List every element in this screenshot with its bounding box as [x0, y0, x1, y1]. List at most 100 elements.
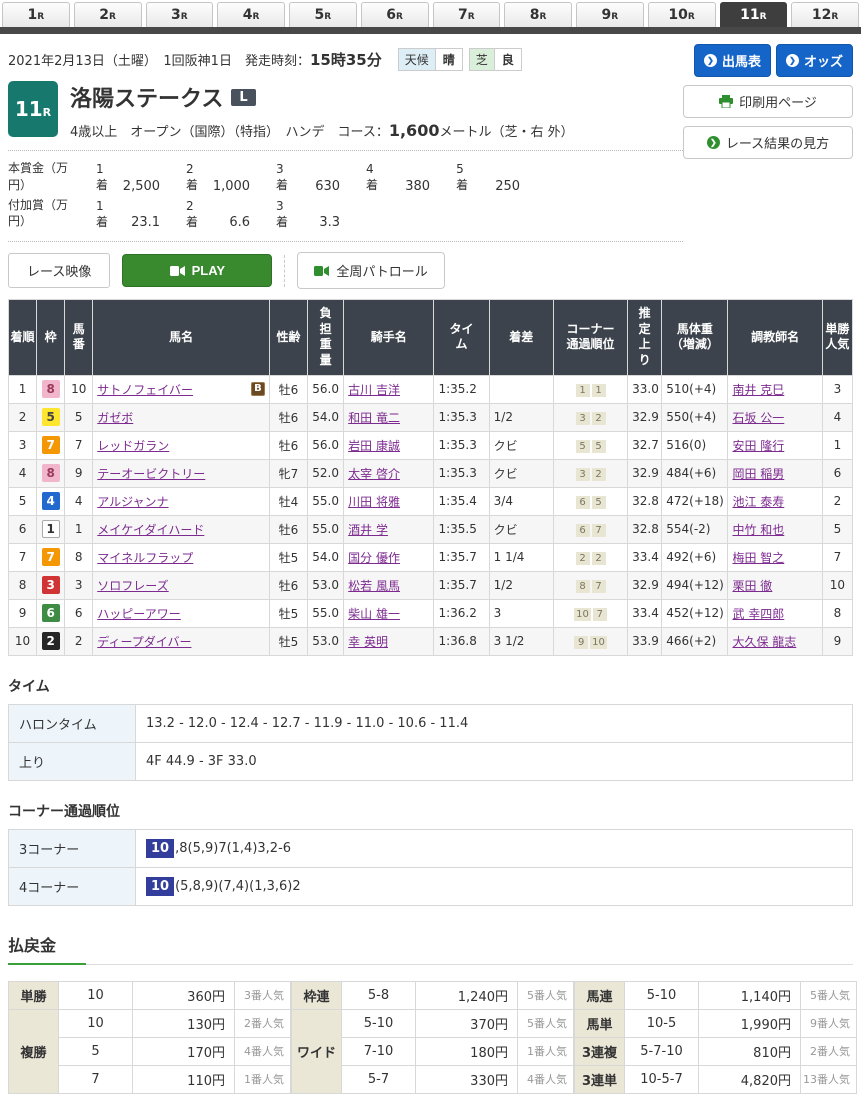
horse-link[interactable]: テーオービクトリー: [97, 467, 205, 481]
cell-carried-weight: 56.0: [308, 375, 344, 403]
tab-2R[interactable]: 2R: [74, 2, 142, 27]
cell-time: 1:35.5: [434, 515, 489, 543]
tab-4R[interactable]: 4R: [217, 2, 285, 27]
cell-horse-name: メイケイダイハード: [93, 515, 270, 543]
payout-combination: 5-10: [625, 981, 699, 1009]
odds-button[interactable]: ❯ オッズ: [776, 44, 853, 77]
trainer-link[interactable]: 安田 隆行: [732, 439, 784, 453]
horse-link[interactable]: サトノフェイバー: [97, 383, 193, 397]
horse-link[interactable]: ハッピーアワー: [97, 607, 181, 621]
howto-read-results-button[interactable]: ❯ レース結果の見方: [683, 126, 853, 159]
jockey-link[interactable]: 和田 竜二: [348, 411, 400, 425]
payout-combination: 7-10: [342, 1037, 416, 1065]
tab-12R[interactable]: 12R: [791, 2, 859, 27]
prize-place-char: 着: [186, 177, 198, 193]
prize-place-char: 着: [96, 177, 108, 193]
print-page-button[interactable]: 印刷用ページ: [683, 85, 853, 118]
cell-waku: 8: [37, 459, 65, 487]
play-video-button[interactable]: PLAY: [122, 254, 272, 287]
horse-link[interactable]: マイネルフラップ: [97, 551, 193, 565]
tab-10R[interactable]: 10R: [648, 2, 716, 27]
cell-horse-no: 9: [65, 459, 93, 487]
payout-combination: 5-8: [342, 981, 416, 1009]
prize-rank: 2: [186, 161, 198, 177]
prize-item: 2着6.6: [186, 197, 250, 231]
horse-link[interactable]: アルジャンナ: [97, 495, 168, 509]
trainer-link[interactable]: 石坂 公一: [732, 411, 784, 425]
corner-position-chip: 3: [576, 468, 590, 481]
tab-9R[interactable]: 9R: [576, 2, 644, 27]
cell-carried-weight: 56.0: [308, 431, 344, 459]
race-number: 11: [15, 97, 43, 121]
print-page-label: 印刷用ページ: [739, 92, 817, 111]
trainer-link[interactable]: 栗田 徹: [732, 579, 772, 593]
cell-sex-age: 牡5: [269, 599, 307, 627]
cell-sex-age: 牡6: [269, 375, 307, 403]
cell-popularity: 5: [822, 515, 852, 543]
horse-link[interactable]: レッドガラン: [97, 439, 169, 453]
cell-sex-age: 牡6: [269, 571, 307, 599]
cell-margin: クビ: [489, 515, 553, 543]
trainer-link[interactable]: 南井 克巳: [732, 383, 784, 397]
tab-3R[interactable]: 3R: [146, 2, 214, 27]
cell-sex-age: 牝7: [269, 459, 307, 487]
payout-combination: 10: [59, 1009, 133, 1037]
cell-time: 1:35.4: [434, 487, 489, 515]
result-row: 544アルジャンナ牡455.0川田 将雅1:35.43/46532.8472(+…: [9, 487, 853, 515]
cell-agari: 32.9: [628, 403, 662, 431]
horse-link[interactable]: ディープダイバー: [97, 635, 191, 649]
trainer-link[interactable]: 池江 泰寿: [732, 495, 784, 509]
cell-agari: 32.7: [628, 431, 662, 459]
jockey-link[interactable]: 岩田 康誠: [348, 439, 400, 453]
trainer-link[interactable]: 岡田 稲男: [732, 467, 784, 481]
tab-11R[interactable]: 11R: [720, 2, 788, 27]
cell-margin: 3: [489, 599, 553, 627]
tab-number: 4: [243, 7, 253, 23]
prize-amount: 380: [378, 179, 430, 194]
jockey-link[interactable]: 古川 吉洋: [348, 383, 400, 397]
howto-read-results-label: レース結果の見方: [726, 133, 829, 152]
result-row: 1810サトノフェイバーB牡656.0古川 吉洋1:35.21133.0510(…: [9, 375, 853, 403]
cell-carried-weight: 53.0: [308, 627, 344, 655]
cell-trainer: 南井 克巳: [728, 375, 822, 403]
trainer-link[interactable]: 大久保 龍志: [732, 635, 796, 649]
trainer-link[interactable]: 武 幸四郎: [732, 607, 784, 621]
horse-link[interactable]: メイケイダイハード: [97, 523, 204, 537]
cell-horse-no: 7: [65, 431, 93, 459]
cell-time: 1:35.3: [434, 431, 489, 459]
cell-jockey: 幸 英明: [344, 627, 434, 655]
jockey-link[interactable]: 太宰 啓介: [348, 467, 400, 481]
tab-suffix: R: [540, 12, 547, 22]
track-value: 良: [494, 49, 521, 70]
jockey-link[interactable]: 幸 英明: [348, 635, 388, 649]
cell-trainer: 梅田 智之: [728, 543, 822, 571]
tab-5R[interactable]: 5R: [289, 2, 357, 27]
trainer-link[interactable]: 中竹 和也: [732, 523, 784, 537]
waku-badge: 6: [42, 604, 60, 622]
jockey-link[interactable]: 川田 将雅: [348, 495, 400, 509]
jockey-link[interactable]: 柴山 雄一: [348, 607, 400, 621]
jockey-link[interactable]: 国分 優作: [348, 551, 400, 565]
jockey-link[interactable]: 松若 風馬: [348, 579, 400, 593]
tab-7R[interactable]: 7R: [433, 2, 501, 27]
trainer-link[interactable]: 梅田 智之: [732, 551, 784, 565]
cell-horse-name: ハッピーアワー: [93, 599, 270, 627]
shutsuba-button[interactable]: ❯ 出馬表: [694, 44, 771, 77]
horse-link[interactable]: ガゼボ: [97, 411, 133, 425]
results-header-row: 着順枠馬 番馬名性齢負 担 重 量騎手名タイ ム着差コーナー 通過順位推 定 上…: [9, 300, 853, 375]
tab-number: 3: [171, 7, 181, 23]
result-row: 778マイネルフラップ牡554.0国分 優作1:35.71 1/42233.44…: [9, 543, 853, 571]
payout-row: ワイド5-10370円5番人気: [292, 1009, 574, 1037]
tab-1R[interactable]: 1R: [2, 2, 70, 27]
corner4-row: 4コーナー 10(5,8,9)(7,4)(1,3,6)2: [9, 867, 853, 905]
cell-corner-order: 910: [553, 627, 627, 655]
horse-link[interactable]: ソロフレーズ: [97, 579, 168, 593]
bet-type-label: 3連複: [575, 1037, 625, 1065]
cell-jockey: 酒井 学: [344, 515, 434, 543]
tab-8R[interactable]: 8R: [504, 2, 572, 27]
cell-popularity: 8: [822, 599, 852, 627]
jockey-link[interactable]: 酒井 学: [348, 523, 388, 537]
payout-popularity: 5番人気: [801, 981, 857, 1009]
patrol-video-button[interactable]: 全周パトロール: [297, 252, 444, 289]
tab-6R[interactable]: 6R: [361, 2, 429, 27]
